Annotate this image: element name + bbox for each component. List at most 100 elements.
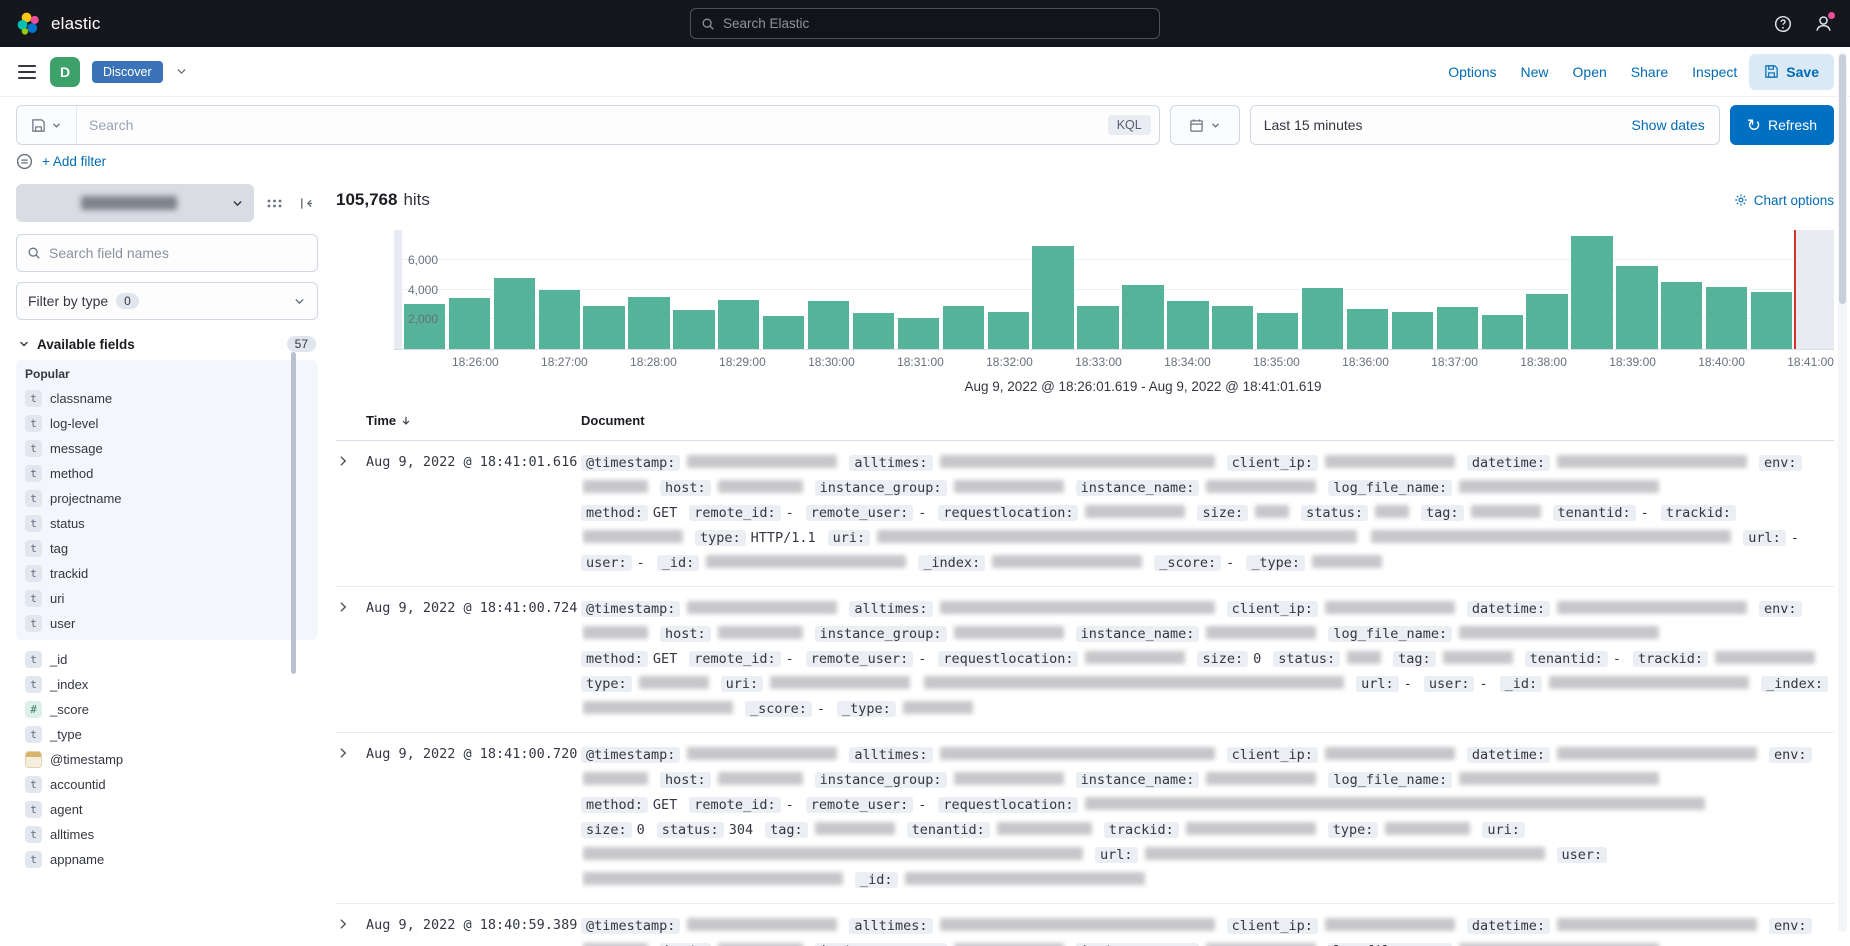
toolbar-link-options[interactable]: Options <box>1448 64 1496 80</box>
field-item-uri[interactable]: turi <box>16 586 318 611</box>
text-field-icon: t <box>25 565 42 582</box>
histogram-bar[interactable] <box>808 301 849 349</box>
histogram-bar[interactable] <box>539 290 580 350</box>
field-item-status[interactable]: tstatus <box>16 511 318 536</box>
refresh-button[interactable]: ↻ Refresh <box>1730 105 1834 145</box>
field-item-projectname[interactable]: tprojectname <box>16 486 318 511</box>
brand[interactable]: elastic <box>16 11 101 37</box>
page-scrollbar-thumb[interactable] <box>1839 54 1846 304</box>
time-range-value[interactable]: Last 15 minutes <box>1264 117 1363 133</box>
other-field-list: t_idt_index#_scoret_type@timestamptaccou… <box>16 640 318 879</box>
field-item-@timestamp[interactable]: @timestamp <box>16 747 318 772</box>
histogram-bar[interactable] <box>1392 312 1433 349</box>
field-item-_index[interactable]: t_index <box>16 672 318 697</box>
histogram-bar[interactable] <box>1571 236 1612 349</box>
field-item-_id[interactable]: t_id <box>16 647 318 672</box>
histogram-bar[interactable] <box>1437 307 1478 349</box>
doc-field-key: method: <box>581 505 648 521</box>
field-item-classname[interactable]: tclassname <box>16 386 318 411</box>
field-item-log-level[interactable]: tlog-level <box>16 411 318 436</box>
histogram-bar[interactable] <box>1122 285 1163 349</box>
histogram-bar[interactable] <box>1482 315 1523 349</box>
histogram-bar[interactable] <box>898 318 939 349</box>
user-avatar[interactable] <box>1812 13 1834 35</box>
global-search[interactable] <box>690 8 1160 39</box>
available-fields-toggle[interactable]: Available fields 57 <box>18 336 316 352</box>
show-dates-button[interactable]: Show dates <box>1622 117 1715 133</box>
save-button[interactable]: Save <box>1749 54 1834 90</box>
toolbar-link-new[interactable]: New <box>1521 64 1549 80</box>
histogram-bar[interactable] <box>1257 313 1298 349</box>
kql-language-button[interactable]: KQL <box>1108 115 1151 135</box>
column-header-time[interactable]: Time <box>366 413 581 428</box>
histogram-bar[interactable] <box>1302 288 1343 349</box>
expand-row-button[interactable] <box>336 597 366 614</box>
redacted-value <box>1557 918 1757 931</box>
histogram-bar[interactable] <box>1751 292 1792 349</box>
index-pattern-selector[interactable] <box>16 184 254 222</box>
histogram-bar[interactable] <box>1661 282 1702 349</box>
collapse-sidebar-icon[interactable] <box>294 191 318 215</box>
histogram-bar[interactable] <box>943 306 984 349</box>
bar-slot <box>1255 230 1300 349</box>
histogram-bar[interactable] <box>988 312 1029 349</box>
chart-options-button[interactable]: Chart options <box>1734 193 1834 208</box>
add-filter-button[interactable]: + Add filter <box>42 154 106 169</box>
field-item-tag[interactable]: ttag <box>16 536 318 561</box>
field-item-agent[interactable]: tagent <box>16 797 318 822</box>
popular-label: Popular <box>16 367 318 386</box>
filter-by-type-select[interactable]: Filter by type 0 <box>16 282 318 320</box>
histogram-bar[interactable] <box>1616 266 1657 349</box>
expand-row-button[interactable] <box>336 743 366 760</box>
field-item-_score[interactable]: #_score <box>16 697 318 722</box>
histogram-bar[interactable] <box>1347 309 1388 349</box>
field-list-options-icon[interactable] <box>262 191 286 215</box>
toolbar-link-inspect[interactable]: Inspect <box>1692 64 1737 80</box>
sidebar-scrollbar-thumb[interactable] <box>291 352 296 674</box>
field-item-user[interactable]: tuser <box>16 611 318 636</box>
expand-row-button[interactable] <box>336 914 366 931</box>
histogram-bar[interactable] <box>1706 287 1747 349</box>
time-range-control[interactable]: Last 15 minutes Show dates <box>1250 105 1720 145</box>
toolbar-link-open[interactable]: Open <box>1573 64 1607 80</box>
saved-filters-icon[interactable] <box>16 153 33 170</box>
page-scrollbar[interactable] <box>1838 52 1847 932</box>
saved-query-menu-button[interactable] <box>17 106 77 144</box>
space-badge[interactable]: D <box>50 57 80 87</box>
field-item-appname[interactable]: tappname <box>16 847 318 872</box>
field-item-alltimes[interactable]: talltimes <box>16 822 318 847</box>
histogram-bar[interactable] <box>673 310 714 349</box>
text-field-icon: t <box>25 490 42 507</box>
global-search-input[interactable] <box>723 16 1149 31</box>
field-item-trackid[interactable]: ttrackid <box>16 561 318 586</box>
histogram-bar[interactable] <box>1526 294 1567 349</box>
help-icon[interactable] <box>1772 13 1794 35</box>
datepicker-quick-button[interactable] <box>1170 105 1240 145</box>
field-search-input[interactable] <box>49 245 307 261</box>
query-search-input[interactable] <box>77 106 1108 144</box>
histogram-bar[interactable] <box>494 278 535 349</box>
histogram-bar[interactable] <box>1077 306 1118 349</box>
doc-field-key: url: <box>1743 530 1786 546</box>
breadcrumb[interactable]: Discover <box>92 61 163 83</box>
toolbar-link-share[interactable]: Share <box>1631 64 1668 80</box>
expand-row-button[interactable] <box>336 451 366 468</box>
histogram-bar[interactable] <box>763 316 804 349</box>
field-item-_type[interactable]: t_type <box>16 722 318 747</box>
histogram-bar[interactable] <box>449 298 490 349</box>
field-search[interactable] <box>16 234 318 272</box>
histogram-bar[interactable] <box>628 297 669 349</box>
histogram-bar[interactable] <box>583 306 624 349</box>
field-item-message[interactable]: tmessage <box>16 436 318 461</box>
menu-button[interactable] <box>16 61 38 83</box>
text-field-icon: t <box>25 390 42 407</box>
histogram-bar[interactable] <box>718 300 759 349</box>
doc-field-key: type: <box>1328 822 1379 838</box>
histogram-bar[interactable] <box>1167 301 1208 349</box>
histogram-bar[interactable] <box>1212 306 1253 349</box>
histogram-bar[interactable] <box>1032 246 1073 349</box>
field-item-method[interactable]: tmethod <box>16 461 318 486</box>
field-item-accountid[interactable]: taccountid <box>16 772 318 797</box>
breadcrumb-chevron-icon[interactable] <box>175 65 188 78</box>
histogram-bar[interactable] <box>853 313 894 349</box>
